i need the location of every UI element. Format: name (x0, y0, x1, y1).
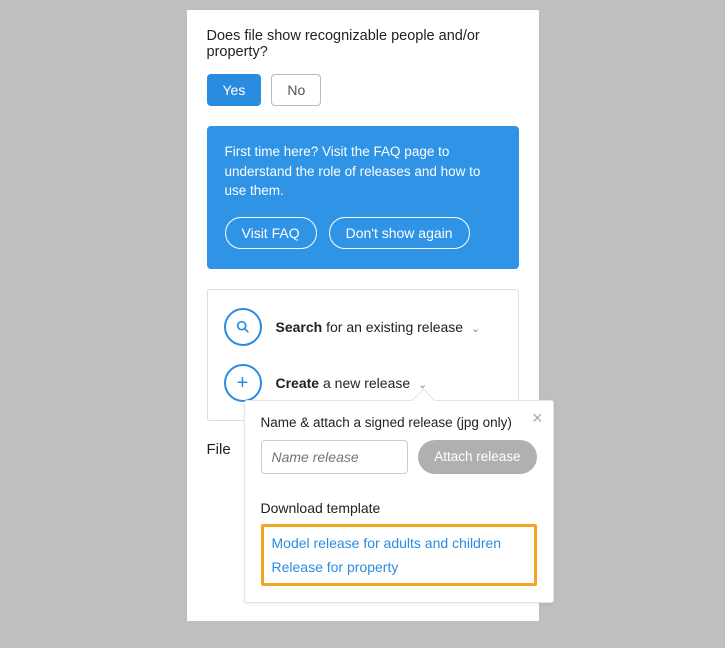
faq-notice: First time here? Visit the FAQ page to u… (207, 126, 519, 269)
question-text: Does file show recognizable people and/o… (207, 28, 519, 60)
plus-icon: + (224, 364, 262, 402)
model-release-link[interactable]: Model release for adults and children (272, 535, 526, 551)
search-rest: for an existing release (322, 319, 463, 335)
faq-notice-text: First time here? Visit the FAQ page to u… (225, 142, 501, 201)
create-release-action[interactable]: + Create a new release ⌄ (224, 364, 502, 402)
yes-button[interactable]: Yes (207, 74, 262, 106)
dont-show-again-button[interactable]: Don't show again (329, 217, 470, 249)
release-panel: Does file show recognizable people and/o… (187, 10, 539, 621)
chevron-down-icon: ⌄ (471, 323, 480, 335)
create-release-text: Create a new release ⌄ (276, 375, 502, 391)
yes-no-row: Yes No (207, 74, 519, 106)
search-release-action[interactable]: Search for an existing release ⌄ (224, 308, 502, 346)
create-bold: Create (276, 375, 320, 391)
close-icon[interactable]: × (532, 409, 543, 427)
download-template-label: Download template (261, 500, 537, 516)
faq-notice-buttons: Visit FAQ Don't show again (225, 217, 501, 249)
attach-release-button[interactable]: Attach release (418, 440, 536, 474)
popover-title: Name & attach a signed release (jpg only… (261, 415, 537, 430)
template-links-highlight: Model release for adults and children Re… (261, 524, 537, 586)
create-rest: a new release (319, 375, 410, 391)
no-button[interactable]: No (271, 74, 321, 106)
search-icon (224, 308, 262, 346)
visit-faq-button[interactable]: Visit FAQ (225, 217, 317, 249)
attach-row: Attach release (261, 440, 537, 474)
search-release-text: Search for an existing release ⌄ (276, 319, 502, 335)
property-release-link[interactable]: Release for property (272, 559, 526, 575)
search-bold: Search (276, 319, 323, 335)
name-release-input[interactable] (261, 440, 409, 474)
create-release-popover: × Name & attach a signed release (jpg on… (244, 400, 554, 603)
